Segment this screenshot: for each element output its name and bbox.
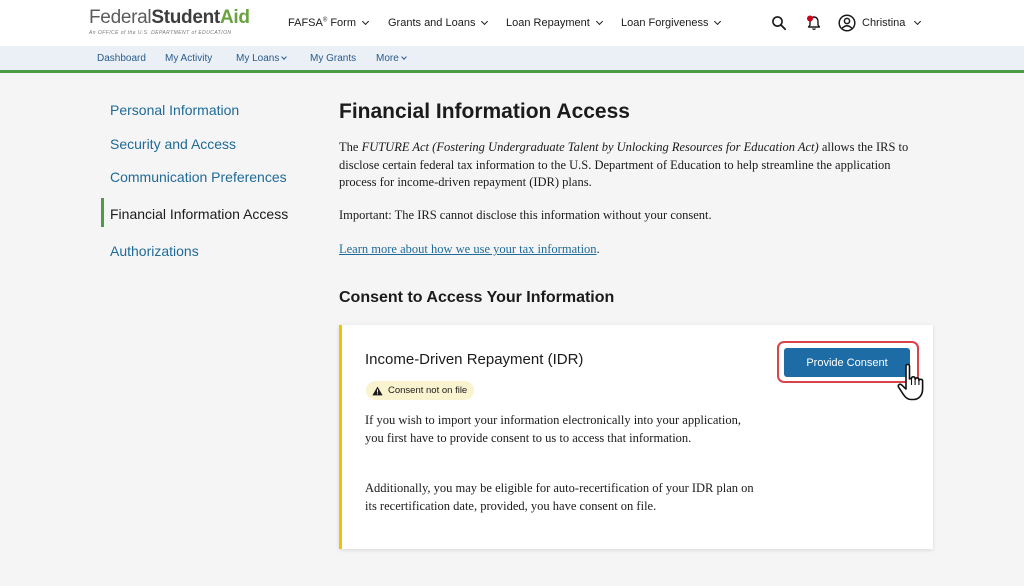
secondary-nav: Dashboard My Activity My Loans My Grants… [0, 46, 1024, 73]
sidebar-item-security-and-access[interactable]: Security and Access [110, 136, 236, 152]
search-icon[interactable] [771, 15, 787, 31]
logo-student: Student [151, 7, 220, 28]
chevron-down-icon [281, 54, 288, 60]
nav-loan-repayment[interactable]: Loan Repayment [506, 17, 603, 29]
nav-loan-forgiveness[interactable]: Loan Forgiveness [621, 17, 722, 29]
future-act-intro: The FUTURE Act (Fostering Undergraduate … [339, 139, 929, 192]
subnav-my-grants[interactable]: My Grants [310, 53, 356, 64]
chevron-down-icon [714, 17, 722, 26]
subnav-activity-label: My Activity [165, 53, 213, 64]
chevron-down-icon [481, 17, 489, 26]
federal-student-aid-logo[interactable]: FederalStudentAid An OFFICE of the U.S. … [89, 7, 259, 39]
intro-lead: The [339, 140, 362, 154]
nav-fafsa-label-suffix: Form [327, 17, 356, 29]
sidebar-item-communication-preferences[interactable]: Communication Preferences [110, 169, 287, 185]
nav-grants-label: Grants and Loans [388, 17, 476, 29]
nav-fafsa-form[interactable]: FAFSA® Form [288, 17, 370, 29]
hand-pointer-cursor-icon [897, 363, 924, 401]
nav-fafsa-label: FAFSA [288, 17, 323, 29]
card-paragraph-1: If you wish to import your information e… [365, 413, 741, 445]
sidebar-item-personal-information[interactable]: Personal Information [110, 102, 239, 118]
provide-consent-button[interactable]: Provide Consent [784, 348, 910, 377]
sidebar-active-indicator [101, 198, 104, 227]
page-title: Financial Information Access [339, 100, 630, 123]
subnav-grants-label: My Grants [310, 53, 357, 64]
sidebar-item-financial-information-access[interactable]: Financial Information Access [110, 206, 288, 222]
subnav-dashboard-label: Dashboard [97, 53, 146, 64]
important-notice: Important: The IRS cannot disclose this … [339, 208, 712, 222]
subnav-loans-label: My Loans [236, 53, 280, 64]
nav-forgiveness-label: Loan Forgiveness [621, 17, 709, 29]
nav-repayment-label: Loan Repayment [506, 17, 590, 29]
status-badge: Consent not on file [366, 381, 475, 400]
user-name: Christina [862, 17, 906, 29]
badge-label: Consent not on file [388, 385, 468, 396]
card-paragraph-2: Additionally, you may be eligible for au… [365, 481, 754, 513]
chevron-down-icon [595, 17, 603, 26]
act-name: FUTURE Act (Fostering Undergraduate Tale… [361, 140, 819, 154]
top-header: FederalStudentAid An OFFICE of the U.S. … [0, 0, 1024, 46]
user-menu[interactable]: Christina [838, 14, 922, 32]
chevron-down-icon [361, 17, 370, 26]
subnav-more[interactable]: More [376, 53, 407, 64]
card-title: Income-Driven Repayment (IDR) [365, 351, 584, 368]
subnav-my-activity[interactable]: My Activity [165, 53, 212, 64]
nav-grants-and-loans[interactable]: Grants and Loans [388, 17, 489, 29]
learn-more-paragraph: Learn more about how we use your tax inf… [339, 241, 929, 259]
warning-icon [372, 386, 383, 395]
subnav-my-loans[interactable]: My Loans [236, 53, 288, 64]
chevron-down-icon [914, 17, 922, 26]
chevron-down-icon [400, 54, 407, 60]
logo-aid: Aid [219, 7, 250, 28]
learn-more-suffix: . [596, 242, 600, 256]
notification-dot [807, 15, 813, 22]
subnav-dashboard[interactable]: Dashboard [97, 53, 146, 64]
logo-federal: Federal [89, 7, 152, 28]
learn-more-link[interactable]: Learn more about how we use your tax inf… [339, 242, 597, 256]
logo-tagline: An OFFICE of the U.S. DEPARTMENT of EDUC… [89, 30, 232, 36]
bell-icon[interactable] [805, 14, 823, 32]
section-title: Consent to Access Your Information [339, 289, 615, 306]
user-circle-icon [838, 14, 856, 32]
sidebar-item-authorizations[interactable]: Authorizations [110, 243, 199, 259]
subnav-more-label: More [376, 53, 399, 64]
